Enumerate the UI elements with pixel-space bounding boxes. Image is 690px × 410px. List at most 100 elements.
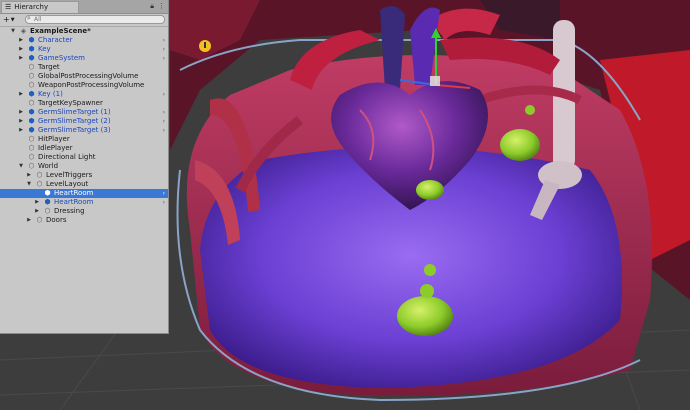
search-placeholder: All: [34, 16, 42, 23]
tree-row[interactable]: ⬡ Target: [0, 63, 168, 72]
chevron-right-icon[interactable]: ›: [163, 126, 165, 135]
tree-row[interactable]: ▶ ⬢ Key (1) ›: [0, 90, 168, 99]
gameobject-cube-icon: ⬡: [28, 72, 35, 80]
hierarchy-tab-bar: ☰ Hierarchy 🔒︎ ⋮: [0, 0, 168, 14]
tree-row-label: GermSlimeTarget (2): [38, 117, 111, 125]
tree-row-label: Dressing: [54, 207, 85, 215]
collapse-arrow-icon[interactable]: ▶: [18, 117, 24, 126]
gameobject-cube-icon: ⬡: [36, 171, 43, 179]
collapse-arrow-icon[interactable]: ▶: [34, 207, 40, 216]
gameobject-cube-icon: ⬡: [28, 135, 35, 143]
unity-scene-icon: ◈: [20, 27, 27, 35]
tree-row[interactable]: ▶ ⬢ GameSystem ›: [0, 54, 168, 63]
tree-row[interactable]: ⬡ HitPlayer: [0, 135, 168, 144]
tree-row-label: GameSystem: [38, 54, 85, 62]
tree-row[interactable]: ▼ ⬡ World: [0, 162, 168, 171]
tree-row[interactable]: ▶ ⬢ GermSlimeTarget (3) ›: [0, 126, 168, 135]
tree-row[interactable]: ▶ ⬡ Dressing: [0, 207, 168, 216]
tree-row[interactable]: ▼ ⬡ LevelLayout: [0, 180, 168, 189]
gameobject-cube-icon: ⬡: [28, 81, 35, 89]
collapse-arrow-icon[interactable]: ▶: [18, 36, 24, 45]
tree-row-label: ExampleScene*: [30, 27, 91, 35]
key-scene-icon: [199, 40, 211, 52]
chevron-right-icon[interactable]: ›: [163, 36, 165, 45]
tree-row-label: Target: [38, 63, 60, 71]
tree-row-label: HeartRoom: [54, 198, 94, 206]
tree-row[interactable]: ▶ ⬡ LevelTriggers: [0, 171, 168, 180]
chevron-right-icon[interactable]: ›: [163, 54, 165, 63]
chevron-right-icon[interactable]: ›: [163, 198, 165, 207]
collapse-arrow-icon[interactable]: ▶: [18, 90, 24, 99]
gameobject-cube-icon: ⬡: [28, 99, 35, 107]
tree-row-label: TargetKeySpawner: [38, 99, 103, 107]
tree-row[interactable]: ▶ ⬢ GermSlimeTarget (2) ›: [0, 117, 168, 126]
tree-row-label: Directional Light: [38, 153, 96, 161]
tree-row-label: LevelLayout: [46, 180, 89, 188]
tree-row[interactable]: ▶ ⬢ GermSlimeTarget (1) ›: [0, 108, 168, 117]
lock-icon[interactable]: 🔒︎: [150, 2, 154, 11]
tree-row-label: World: [38, 162, 59, 170]
tree-row-label: Doors: [46, 216, 67, 224]
tree-row-label: Character: [38, 36, 73, 44]
gameobject-cube-icon: ⬡: [44, 207, 51, 215]
collapse-arrow-icon[interactable]: ▶: [34, 198, 40, 207]
gameobject-cube-icon: ⬡: [28, 144, 35, 152]
prefab-cube-icon: ⬢: [28, 108, 35, 116]
chevron-down-icon: ▼: [10, 17, 15, 23]
tree-row[interactable]: ▼ ◈ ExampleScene*: [0, 27, 168, 36]
gameobject-cube-icon: ⬡: [36, 216, 43, 224]
tree-row[interactable]: ⬡ IdlePlayer: [0, 144, 168, 153]
tree-row[interactable]: ▶ ⬡ Doors: [0, 216, 168, 225]
tree-row[interactable]: ▶ ⬢ Character ›: [0, 36, 168, 45]
collapse-arrow-icon[interactable]: ▶: [18, 45, 24, 54]
prefab-cube-icon: ⬢: [28, 90, 35, 98]
hierarchy-toolbar: + ▼ ⌕ All: [0, 14, 168, 27]
collapse-arrow-icon[interactable]: ▶: [18, 54, 24, 63]
hierarchy-panel: ☰ Hierarchy 🔒︎ ⋮ + ▼ ⌕ All ▼ ◈ ExampleScen…: [0, 0, 169, 334]
collapse-arrow-icon[interactable]: ▶: [26, 216, 32, 225]
tree-row[interactable]: ⬡ Directional Light: [0, 153, 168, 162]
tree-row-selected[interactable]: ⬢ HeartRoom ›: [0, 189, 168, 198]
tree-row[interactable]: ⬡ TargetKeySpawner: [0, 99, 168, 108]
collapse-arrow-icon[interactable]: ▶: [18, 108, 24, 117]
prefab-cube-icon: ⬢: [28, 54, 35, 62]
hierarchy-tab[interactable]: ☰ Hierarchy: [1, 1, 79, 13]
hierarchy-tree: ▼ ◈ ExampleScene* ▶ ⬢ Character › ▶ ⬢ Key › ▶ ⬢ GameS…: [0, 27, 168, 225]
tree-row[interactable]: ⬡ GlobalPostProcessingVolume: [0, 72, 168, 81]
tree-row-label: WeaponPostProcessingVolume: [38, 81, 145, 89]
tree-row-label: Key: [38, 45, 51, 53]
tree-row-label: HeartRoom: [54, 189, 94, 197]
tree-row-label: GermSlimeTarget (3): [38, 126, 111, 134]
collapse-arrow-icon[interactable]: ▶: [26, 171, 32, 180]
tree-row-label: Key (1): [38, 90, 63, 98]
prefab-cube-icon: ⬢: [28, 117, 35, 125]
prefab-cube-icon: ⬢: [28, 36, 35, 44]
search-input[interactable]: ⌕ All: [25, 15, 165, 24]
tree-row-label: HitPlayer: [38, 135, 70, 143]
gameobject-cube-icon: ⬡: [28, 162, 35, 170]
tree-row[interactable]: ▶ ⬢ Key ›: [0, 45, 168, 54]
chevron-right-icon[interactable]: ›: [163, 108, 165, 117]
tree-row-label: GermSlimeTarget (1): [38, 108, 111, 116]
collapse-arrow-icon[interactable]: ▶: [18, 126, 24, 135]
hierarchy-tab-title: Hierarchy: [14, 3, 49, 11]
tree-row-label: GlobalPostProcessingVolume: [38, 72, 139, 80]
prefab-cube-icon: ⬢: [28, 45, 35, 53]
chevron-right-icon[interactable]: ›: [163, 117, 165, 126]
add-icon: +: [3, 15, 10, 24]
tree-row[interactable]: ⬡ WeaponPostProcessingVolume: [0, 81, 168, 90]
expand-arrow-icon[interactable]: ▼: [18, 162, 24, 171]
prefab-cube-icon: ⬢: [44, 198, 51, 206]
expand-arrow-icon[interactable]: ▼: [26, 180, 32, 189]
list-icon: ☰: [5, 3, 12, 11]
chevron-right-icon[interactable]: ›: [163, 189, 165, 198]
chevron-right-icon[interactable]: ›: [163, 90, 165, 99]
tree-row[interactable]: ▶ ⬢ HeartRoom ›: [0, 198, 168, 207]
add-button[interactable]: + ▼: [3, 15, 19, 25]
more-options-icon[interactable]: ⋮: [158, 2, 165, 11]
gameobject-cube-icon: ⬡: [36, 180, 43, 188]
expand-arrow-icon[interactable]: ▼: [10, 27, 16, 36]
chevron-right-icon[interactable]: ›: [163, 45, 165, 54]
search-icon: ⌕: [27, 14, 31, 22]
prefab-cube-icon: ⬢: [28, 126, 35, 134]
